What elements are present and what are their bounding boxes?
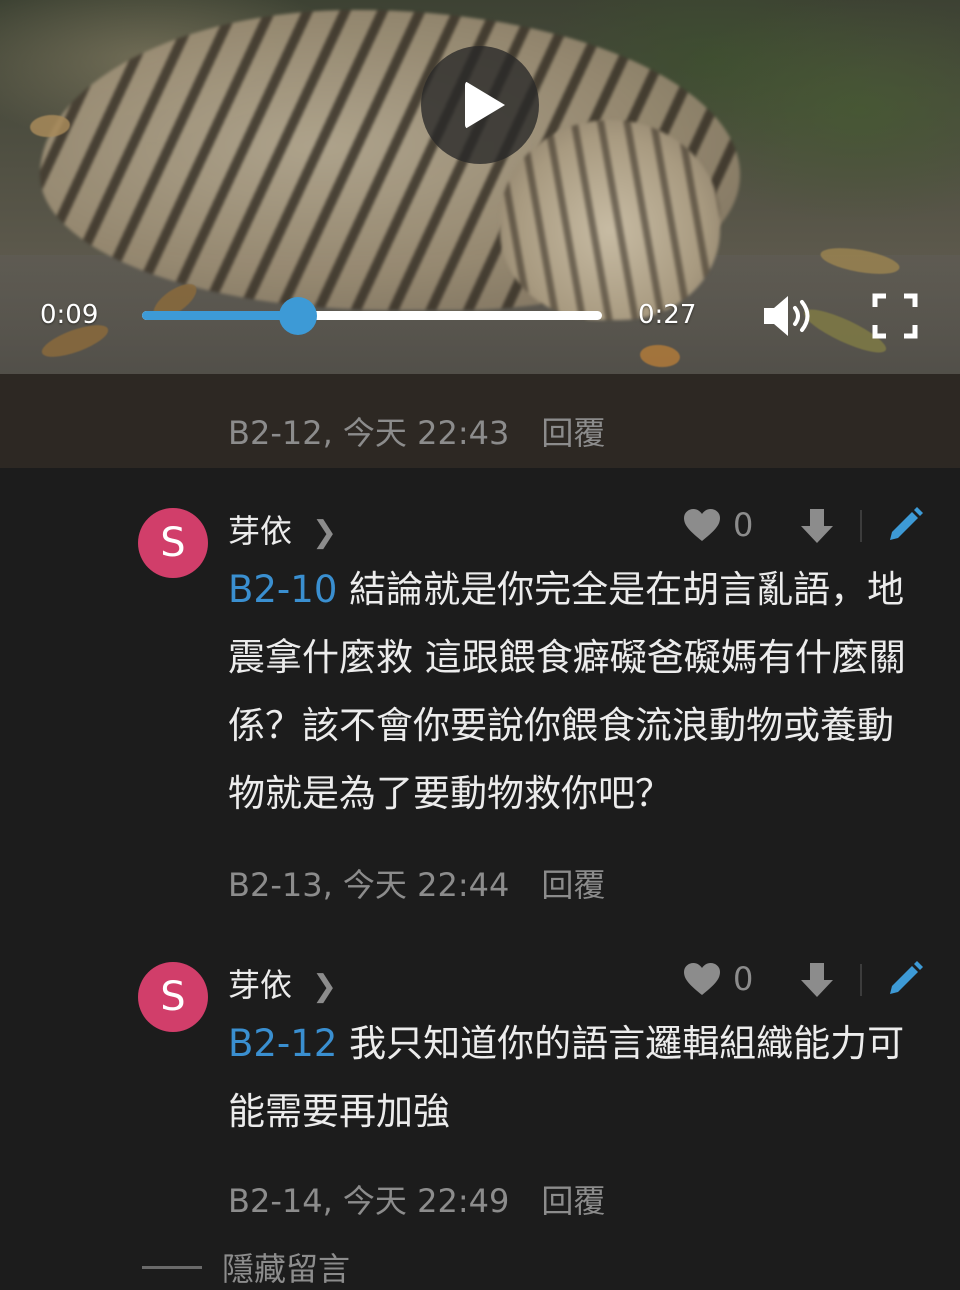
- arrow-down-icon: [801, 509, 833, 543]
- comment-timestamp: B2-14, 今天 22:49: [228, 1182, 510, 1220]
- reply-button[interactable]: 回覆: [541, 866, 605, 904]
- reply-button[interactable]: 回覆: [541, 414, 605, 452]
- downvote-button[interactable]: [800, 962, 834, 1002]
- comment-author[interactable]: 芽依 ❯: [228, 960, 337, 1006]
- comment-author[interactable]: 芽依 ❯: [228, 506, 337, 552]
- pencil-icon: [890, 961, 923, 994]
- current-time: 0:09: [40, 300, 99, 330]
- seek-bar[interactable]: [142, 311, 602, 320]
- reply-button[interactable]: 回覆: [541, 1182, 605, 1220]
- comment-body: B2-10 結論就是你完全是在胡言亂語，地震拿什麼救 這跟餵食癖礙爸礙媽有什麼關…: [228, 556, 928, 828]
- divider: [860, 510, 862, 542]
- fullscreen-button[interactable]: [872, 293, 918, 343]
- edit-button[interactable]: [886, 960, 924, 1002]
- volume-button[interactable]: [760, 292, 816, 344]
- post-timestamp: B2-12, 今天 22:43: [228, 414, 510, 452]
- comment-meta: B2-13, 今天 22:44 回覆: [228, 860, 605, 906]
- avatar[interactable]: S: [138, 962, 208, 1032]
- video-player[interactable]: 0:09 0:27: [0, 0, 960, 374]
- floor-mention-link[interactable]: B2-10: [228, 568, 337, 611]
- volume-icon: [764, 296, 810, 336]
- seek-bar-progress: [142, 311, 299, 320]
- arrow-down-icon: [801, 963, 833, 997]
- username: 芽依: [228, 966, 293, 1004]
- chevron-right-icon: ❯: [312, 969, 338, 1004]
- comment-body: B2-12 我只知道你的語言邏輯組織能力可能需要再加強: [228, 1010, 928, 1146]
- heart-icon: [684, 509, 720, 541]
- pencil-icon: [890, 507, 923, 540]
- divider-line: [142, 1266, 202, 1269]
- fullscreen-icon: [872, 293, 918, 339]
- post-meta: B2-12, 今天 22:43 回覆: [228, 408, 605, 454]
- like-count: 0: [733, 960, 754, 998]
- heart-icon: [684, 963, 720, 995]
- play-button[interactable]: [421, 46, 539, 164]
- floor-mention-link[interactable]: B2-12: [228, 1022, 337, 1065]
- post-meta-bar: B2-12, 今天 22:43 回覆: [0, 374, 960, 468]
- play-icon: [465, 81, 505, 129]
- comment-meta: B2-14, 今天 22:49 回覆: [228, 1176, 605, 1222]
- comment-timestamp: B2-13, 今天 22:44: [228, 866, 510, 904]
- like-button[interactable]: 0: [683, 960, 753, 998]
- comment-item: S 芽依 ❯ 0 B2-10 結論就是你完全是在胡言亂語，地震拿什麼救 這跟餵食癖…: [0, 468, 960, 918]
- chevron-right-icon: ❯: [312, 515, 338, 550]
- username: 芽依: [228, 512, 293, 550]
- like-button[interactable]: 0: [683, 506, 753, 544]
- comment-item: S 芽依 ❯ 0 B2-12 我只知道你的語言邏輯組織能力可能需要再加強 B2-1…: [0, 922, 960, 1242]
- edit-button[interactable]: [886, 506, 924, 548]
- duration-time: 0:27: [638, 300, 697, 330]
- downvote-button[interactable]: [800, 508, 834, 548]
- hide-comments-label: 隱藏留言: [222, 1250, 351, 1288]
- avatar[interactable]: S: [138, 508, 208, 578]
- divider: [860, 964, 862, 996]
- like-count: 0: [733, 506, 754, 544]
